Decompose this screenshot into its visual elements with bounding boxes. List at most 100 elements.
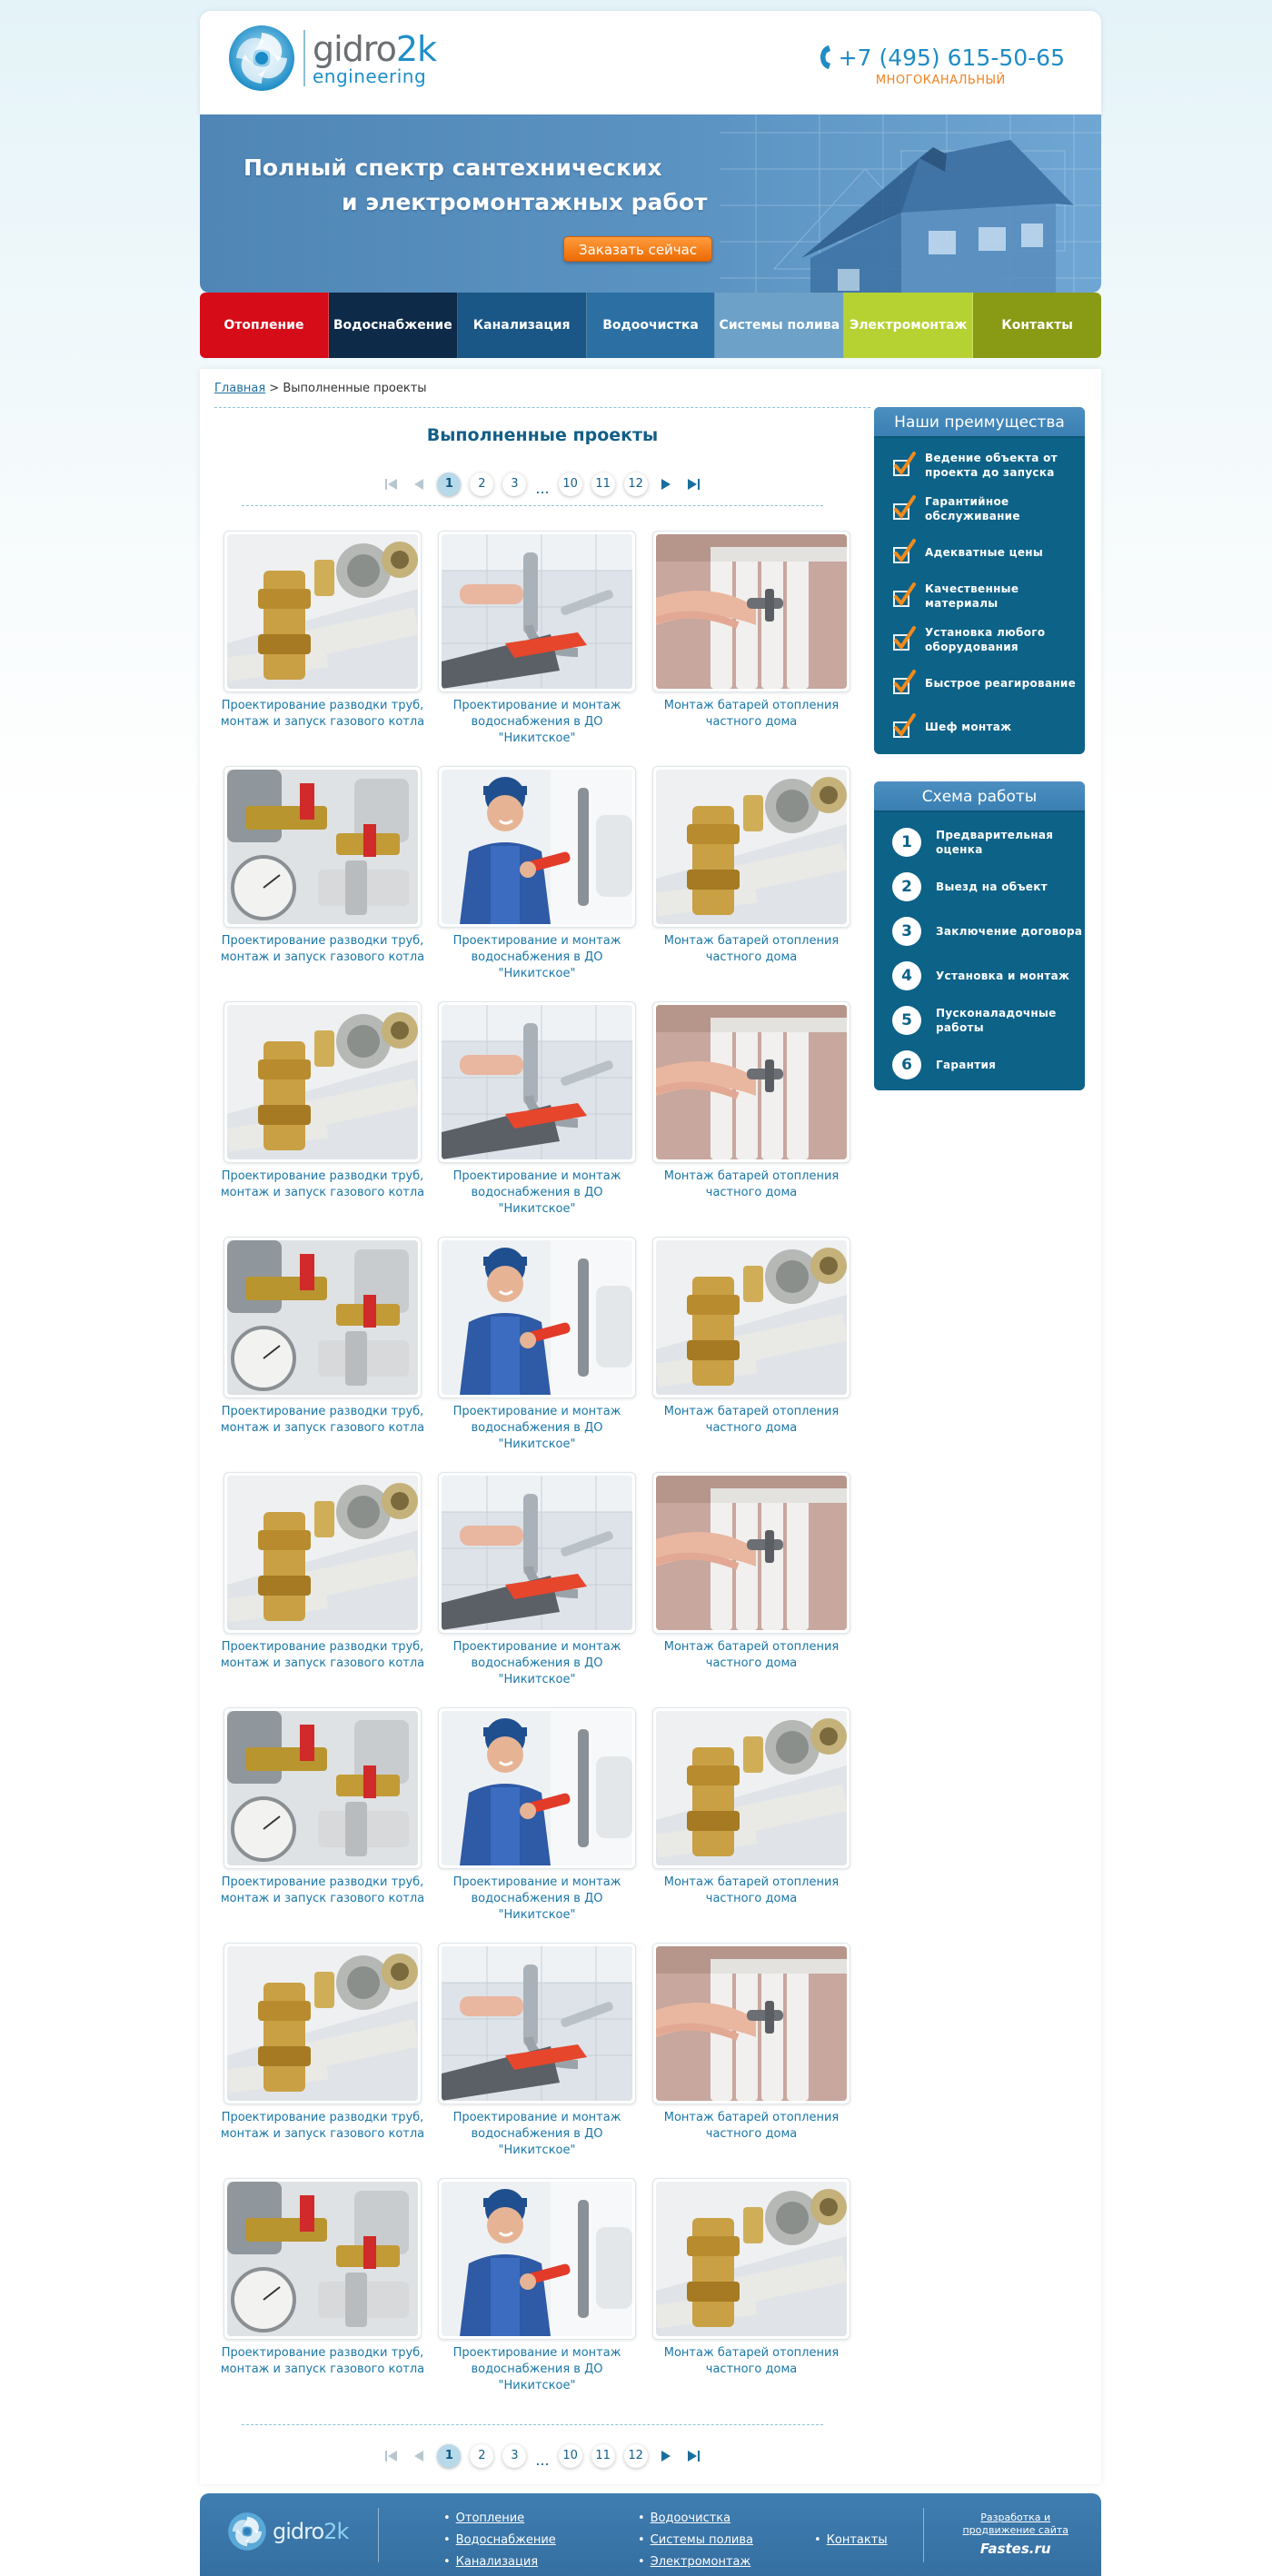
page-link-10[interactable]: 10 — [558, 472, 582, 496]
project-card[interactable]: Монтаж батарей отопления частного дома — [652, 1237, 850, 1464]
footer-link-sewerage[interactable]: Канализация — [443, 2551, 556, 2573]
project-caption[interactable]: Проектирование и монтаж водоснабжения в … — [434, 2110, 640, 2159]
page-link-10[interactable]: 10 — [558, 2443, 582, 2468]
page-link-11[interactable]: 11 — [591, 2443, 615, 2468]
footer-link-contacts[interactable]: Контакты — [814, 2530, 888, 2551]
project-thumbnail[interactable] — [224, 531, 422, 692]
project-caption[interactable]: Проектирование разводки труб, монтаж и з… — [220, 1404, 425, 1437]
footer-link-heating[interactable]: Отопление — [443, 2508, 556, 2530]
footer-link-electrical[interactable]: Электромонтаж — [638, 2551, 753, 2573]
page-link-2[interactable]: 2 — [470, 472, 494, 496]
last-page-icon[interactable] — [684, 475, 702, 493]
project-card[interactable]: Монтаж батарей отопления частного дома — [652, 1707, 850, 1934]
project-card[interactable]: Проектирование и монтаж водоснабжения в … — [438, 1001, 636, 1228]
page-link-11[interactable]: 11 — [591, 472, 615, 496]
page-link-3[interactable]: 3 — [502, 472, 527, 496]
footer-logo[interactable]: gidro2k — [227, 2511, 349, 2551]
order-now-button[interactable]: Заказать сейчас — [563, 236, 713, 262]
project-thumbnail[interactable] — [224, 1237, 422, 1398]
project-thumbnail[interactable] — [652, 2178, 850, 2340]
project-thumbnail[interactable] — [652, 1001, 850, 1163]
project-card[interactable]: Проектирование и монтаж водоснабжения в … — [438, 531, 636, 758]
project-thumbnail[interactable] — [438, 1707, 636, 1869]
project-card[interactable]: Проектирование разводки труб, монтаж и з… — [221, 1001, 424, 1228]
project-thumbnail[interactable] — [652, 1943, 850, 2104]
project-caption[interactable]: Проектирование разводки труб, монтаж и з… — [220, 1875, 425, 1907]
project-thumbnail[interactable] — [652, 1707, 850, 1869]
page-link-1[interactable]: 1 — [437, 472, 462, 496]
project-card[interactable]: Проектирование и монтаж водоснабжения в … — [438, 1707, 636, 1934]
phone-number[interactable]: +7 (495) 615-50-65 — [839, 45, 1065, 71]
prev-page-icon[interactable] — [410, 2447, 428, 2465]
project-thumbnail[interactable] — [438, 766, 636, 928]
project-thumbnail[interactable] — [224, 766, 422, 928]
project-caption[interactable]: Проектирование и монтаж водоснабжения в … — [434, 933, 640, 982]
project-thumbnail[interactable] — [438, 531, 636, 692]
project-card[interactable]: Монтаж батарей отопления частного дома — [652, 2178, 850, 2405]
project-caption[interactable]: Проектирование и монтаж водоснабжения в … — [434, 1404, 640, 1453]
project-caption[interactable]: Монтаж батарей отопления частного дома — [649, 2110, 854, 2143]
page-link-12[interactable]: 12 — [623, 2443, 648, 2468]
project-thumbnail[interactable] — [438, 1001, 636, 1163]
project-caption[interactable]: Проектирование и монтаж водоснабжения в … — [434, 2345, 640, 2394]
project-thumbnail[interactable] — [224, 1472, 422, 1634]
footer-link-irrigation[interactable]: Системы полива — [638, 2530, 753, 2551]
project-caption[interactable]: Проектирование разводки труб, монтаж и з… — [220, 933, 425, 966]
developer-link-line2[interactable]: продвижение сайта — [962, 2524, 1068, 2537]
project-caption[interactable]: Монтаж батарей отопления частного дома — [649, 698, 854, 731]
project-caption[interactable]: Монтаж батарей отопления частного дома — [649, 1169, 854, 1201]
first-page-icon[interactable] — [383, 475, 401, 493]
project-caption[interactable]: Монтаж батарей отопления частного дома — [649, 1875, 854, 1907]
project-card[interactable]: Проектирование разводки труб, монтаж и з… — [221, 531, 424, 758]
project-card[interactable]: Проектирование разводки труб, монтаж и з… — [221, 1472, 424, 1699]
footer-link-water-treatment[interactable]: Водоочистка — [638, 2508, 753, 2530]
project-card[interactable]: Проектирование разводки труб, монтаж и з… — [221, 1707, 424, 1934]
project-card[interactable]: Проектирование и монтаж водоснабжения в … — [438, 1472, 636, 1699]
project-card[interactable]: Проектирование разводки труб, монтаж и з… — [221, 766, 424, 993]
next-page-icon[interactable] — [657, 2447, 675, 2465]
project-caption[interactable]: Проектирование разводки труб, монтаж и з… — [220, 2110, 425, 2143]
nav-item-heating[interactable]: Отопление — [200, 293, 329, 358]
project-caption[interactable]: Монтаж батарей отопления частного дома — [649, 933, 854, 966]
project-thumbnail[interactable] — [652, 1472, 850, 1634]
project-card[interactable]: Проектирование и монтаж водоснабжения в … — [438, 2178, 636, 2405]
project-thumbnail[interactable] — [224, 1943, 422, 2104]
page-link-3[interactable]: 3 — [502, 2443, 527, 2468]
project-thumbnail[interactable] — [438, 2178, 636, 2340]
project-thumbnail[interactable] — [652, 531, 850, 692]
footer-link-water-supply[interactable]: Водоснабжение — [443, 2530, 556, 2551]
project-caption[interactable]: Проектирование разводки труб, монтаж и з… — [220, 1169, 425, 1201]
project-thumbnail[interactable] — [652, 1237, 850, 1398]
project-caption[interactable]: Монтаж батарей отопления частного дома — [649, 2345, 854, 2378]
project-caption[interactable]: Монтаж батарей отопления частного дома — [649, 1404, 854, 1437]
nav-item-electrical[interactable]: Электромонтаж — [844, 293, 974, 358]
project-card[interactable]: Монтаж батарей отопления частного дома — [652, 1472, 850, 1699]
project-thumbnail[interactable] — [438, 1943, 636, 2104]
nav-item-irrigation[interactable]: Системы полива — [715, 293, 845, 358]
project-card[interactable]: Проектирование и монтаж водоснабжения в … — [438, 1943, 636, 2170]
project-caption[interactable]: Проектирование и монтаж водоснабжения в … — [434, 698, 640, 747]
project-card[interactable]: Проектирование и монтаж водоснабжения в … — [438, 766, 636, 993]
project-caption[interactable]: Монтаж батарей отопления частного дома — [649, 1639, 854, 1672]
nav-item-water-treatment[interactable]: Водоочистка — [586, 293, 716, 358]
project-caption[interactable]: Проектирование разводки труб, монтаж и з… — [220, 698, 425, 731]
first-page-icon[interactable] — [383, 2447, 401, 2465]
project-thumbnail[interactable] — [224, 1707, 422, 1869]
nav-item-water-supply[interactable]: Водоснабжение — [328, 293, 458, 358]
project-thumbnail[interactable] — [652, 766, 850, 928]
project-card[interactable]: Монтаж батарей отопления частного дома — [652, 1001, 850, 1228]
breadcrumb-home-link[interactable]: Главная — [214, 382, 265, 395]
project-caption[interactable]: Проектирование и монтаж водоснабжения в … — [434, 1169, 640, 1218]
project-caption[interactable]: Проектирование и монтаж водоснабжения в … — [434, 1875, 640, 1924]
project-card[interactable]: Проектирование и монтаж водоснабжения в … — [438, 1237, 636, 1464]
project-caption[interactable]: Проектирование и монтаж водоснабжения в … — [434, 1639, 640, 1688]
developer-link-line1[interactable]: Разработка и — [962, 2511, 1068, 2524]
project-card[interactable]: Монтаж батарей отопления частного дома — [652, 531, 850, 758]
project-caption[interactable]: Проектирование разводки труб, монтаж и з… — [220, 2345, 425, 2378]
page-link-12[interactable]: 12 — [623, 472, 648, 496]
prev-page-icon[interactable] — [410, 475, 428, 493]
project-card[interactable]: Монтаж батарей отопления частного дома — [652, 766, 850, 993]
last-page-icon[interactable] — [684, 2447, 702, 2465]
nav-item-contacts[interactable]: Контакты — [973, 293, 1101, 358]
project-caption[interactable]: Проектирование разводки труб, монтаж и з… — [220, 1639, 425, 1672]
